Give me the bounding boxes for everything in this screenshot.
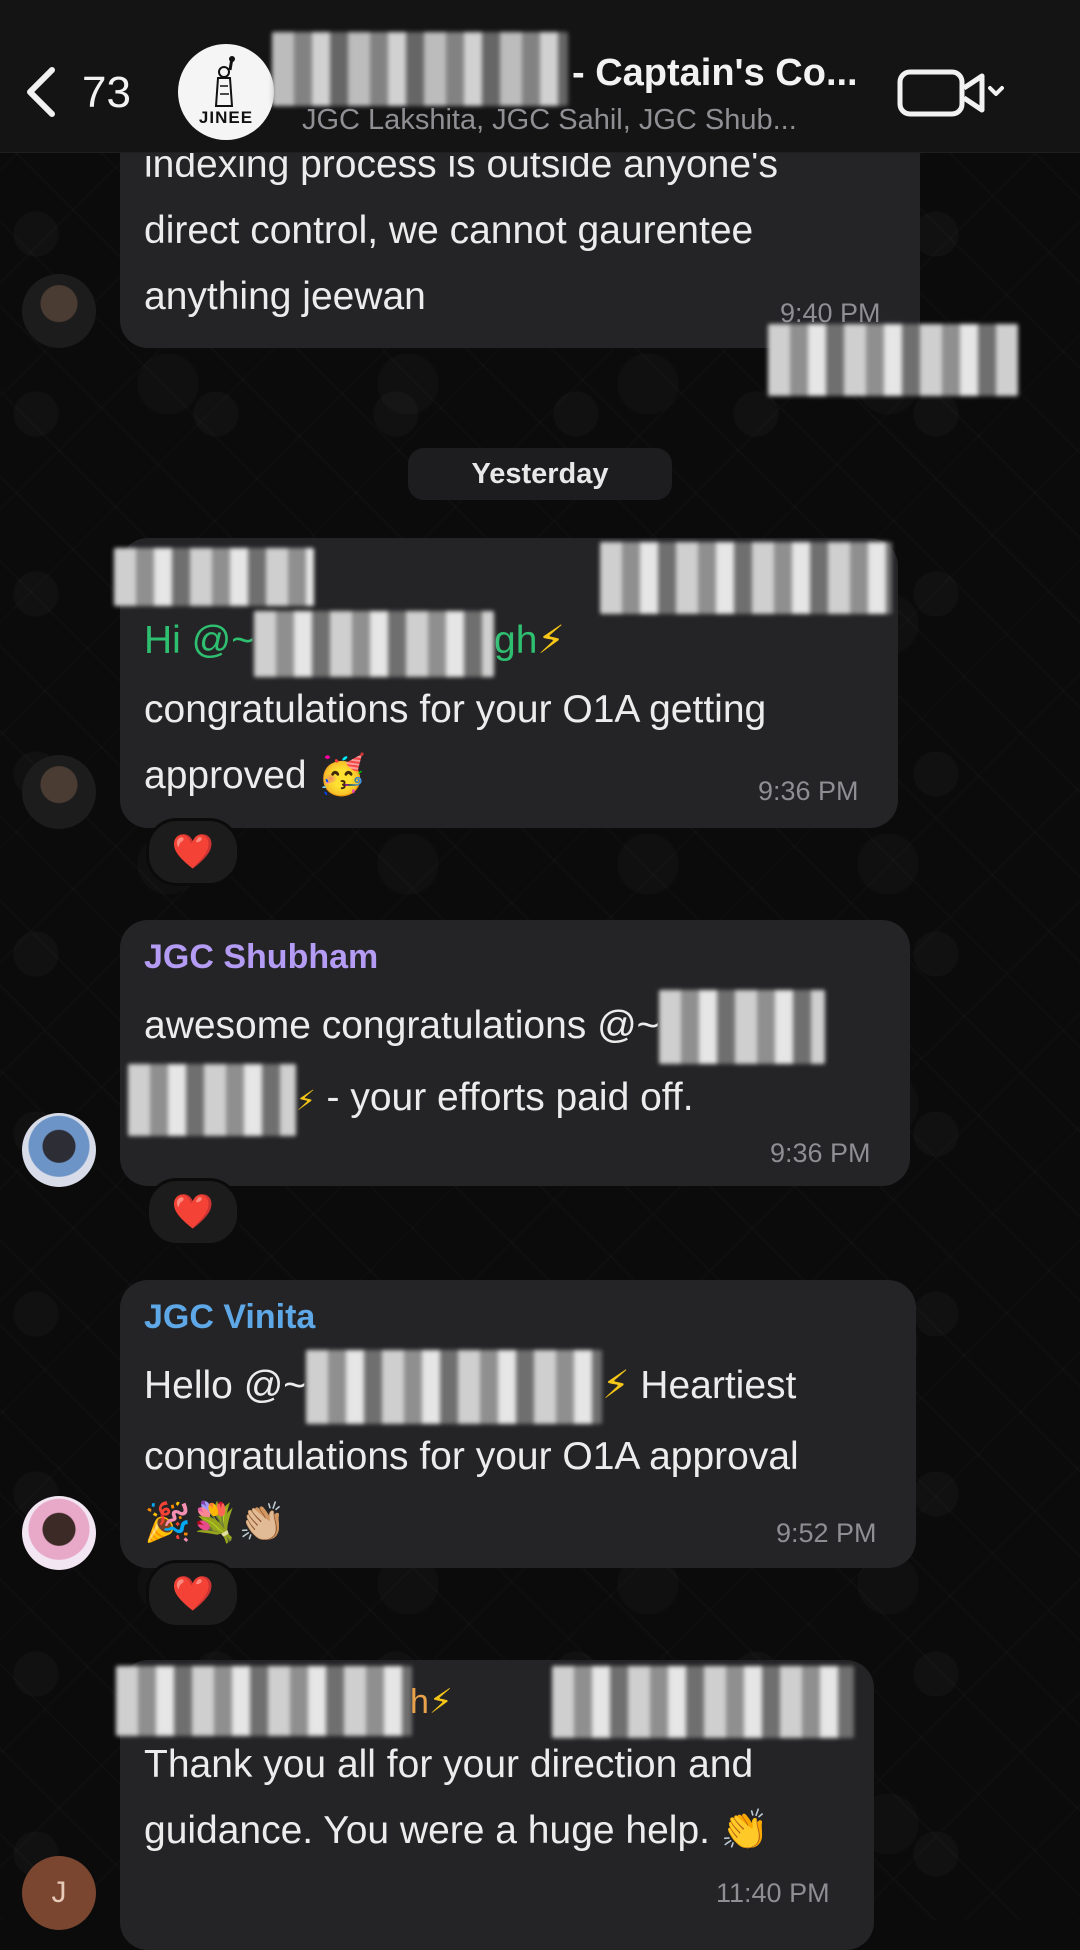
message-bubble[interactable]: indexing process is outside anyone's dir… — [120, 120, 920, 348]
message-line: direct control, we cannot gaurentee — [144, 209, 754, 252]
celebration-emojis-icon: 🎉💐👏🏼 — [144, 1502, 286, 1544]
message-text: Hello @~ ⚡ Heartiest congratulations for … — [144, 1350, 799, 1556]
message-bubble[interactable]: h⚡ Thank you all for your direction and … — [116, 1660, 874, 1950]
redacted-group-name — [272, 32, 568, 106]
message-text: indexing process is outside anyone's dir… — [144, 132, 778, 330]
message-line-text: - your efforts paid off. — [315, 1076, 694, 1119]
heart-reaction[interactable]: ❤️ — [146, 1178, 240, 1246]
redacted-sender-name — [114, 548, 314, 606]
redacted-mention — [306, 1350, 603, 1424]
group-avatar[interactable]: JINEE — [178, 44, 274, 140]
lightning-icon: ⚡ — [296, 1085, 316, 1116]
heart-reaction[interactable]: ❤️ — [146, 1560, 240, 1628]
redacted-sender-name — [116, 1666, 412, 1736]
redacted-sender-phone — [600, 542, 892, 614]
mention-prefix[interactable]: Hi @~ — [144, 619, 254, 662]
date-divider: Yesterday — [408, 448, 672, 500]
lightning-icon: ⚡ — [537, 619, 565, 662]
message-line: congratulations for your O1A getting — [144, 688, 767, 731]
sender-name-tail[interactable]: h⚡ — [410, 1682, 453, 1722]
redacted-content — [768, 324, 1018, 396]
message-bubble[interactable]: JGC Vinita Hello @~ ⚡ Heartiest congratul… — [120, 1280, 916, 1568]
message-line-text: guidance. You were a huge help. — [144, 1809, 710, 1852]
message-time: 9:36 PM — [770, 1138, 871, 1168]
message-bubble[interactable]: JGC Shubham awesome congratulations @~ ⚡… — [120, 920, 910, 1186]
message-line: guidance. You were a huge help. 👏 — [144, 1798, 769, 1864]
message-line: anything jeewan — [144, 275, 426, 318]
clapping-hands-icon: 👏 — [720, 1809, 770, 1852]
message-text: Hi @~ gh⚡ congratulations for your O1A ge… — [144, 608, 766, 809]
message-line-text: approved — [144, 754, 307, 797]
lightning-icon: ⚡ — [602, 1364, 630, 1407]
heart-reaction[interactable]: ❤️ — [146, 818, 240, 886]
message-line: awesome congratulations @~ — [144, 990, 826, 1064]
sender-avatar[interactable]: J — [22, 1856, 96, 1930]
sender-avatar[interactable] — [22, 1113, 96, 1187]
sender-name-text: h — [410, 1683, 429, 1721]
back-chevron-icon[interactable] — [22, 64, 62, 120]
sender-avatar[interactable] — [22, 274, 96, 348]
redacted-sender-phone — [552, 1666, 854, 1738]
group-title[interactable]: - Captain's Co... — [572, 52, 858, 95]
message-line-text: Hello @~ — [144, 1364, 307, 1407]
message-text: awesome congratulations @~ ⚡ - your effo… — [128, 990, 826, 1136]
message-line: Hi @~ gh⚡ — [144, 608, 766, 677]
message-line: congratulations for your O1A approval — [144, 1435, 799, 1478]
message-line-text: awesome congratulations @~ — [144, 1004, 660, 1047]
message-bubble[interactable]: Hi @~ gh⚡ congratulations for your O1A ge… — [114, 538, 898, 828]
group-avatar-logo-text: JINEE — [198, 108, 254, 127]
message-text: Thank you all for your direction and gui… — [144, 1732, 769, 1864]
unread-count[interactable]: 73 — [82, 68, 131, 118]
sender-avatar[interactable] — [22, 755, 96, 829]
redacted-mention — [254, 611, 495, 677]
message-time: 11:40 PM — [716, 1878, 830, 1908]
message-line: Thank you all for your direction and — [144, 1743, 754, 1786]
video-call-icon[interactable] — [896, 66, 1006, 120]
partying-face-icon: 🥳 — [317, 754, 367, 797]
message-line: ⚡ - your efforts paid off. — [128, 1064, 825, 1136]
sender-name[interactable]: JGC Shubham — [144, 938, 378, 977]
mention-tail[interactable]: gh — [494, 619, 537, 662]
sender-avatar[interactable] — [22, 1496, 96, 1570]
chat-header: 73 JINEE - Captain's Co... JGC Lakshita,… — [0, 0, 1080, 153]
sender-name[interactable]: JGC Vinita — [144, 1298, 315, 1337]
redacted-mention — [659, 990, 826, 1064]
message-time: 9:36 PM — [758, 776, 859, 806]
statue-of-liberty-icon — [214, 56, 235, 107]
group-members-subtitle[interactable]: JGC Lakshita, JGC Sahil, JGC Shub... — [302, 104, 797, 137]
redacted-mention — [128, 1064, 296, 1136]
lightning-icon: ⚡ — [428, 1683, 453, 1721]
message-time: 9:52 PM — [776, 1518, 877, 1548]
message-line: approved 🥳 — [144, 743, 766, 809]
message-line-text: Heartiest — [629, 1364, 797, 1407]
message-line: Hello @~ ⚡ Heartiest — [144, 1350, 799, 1424]
